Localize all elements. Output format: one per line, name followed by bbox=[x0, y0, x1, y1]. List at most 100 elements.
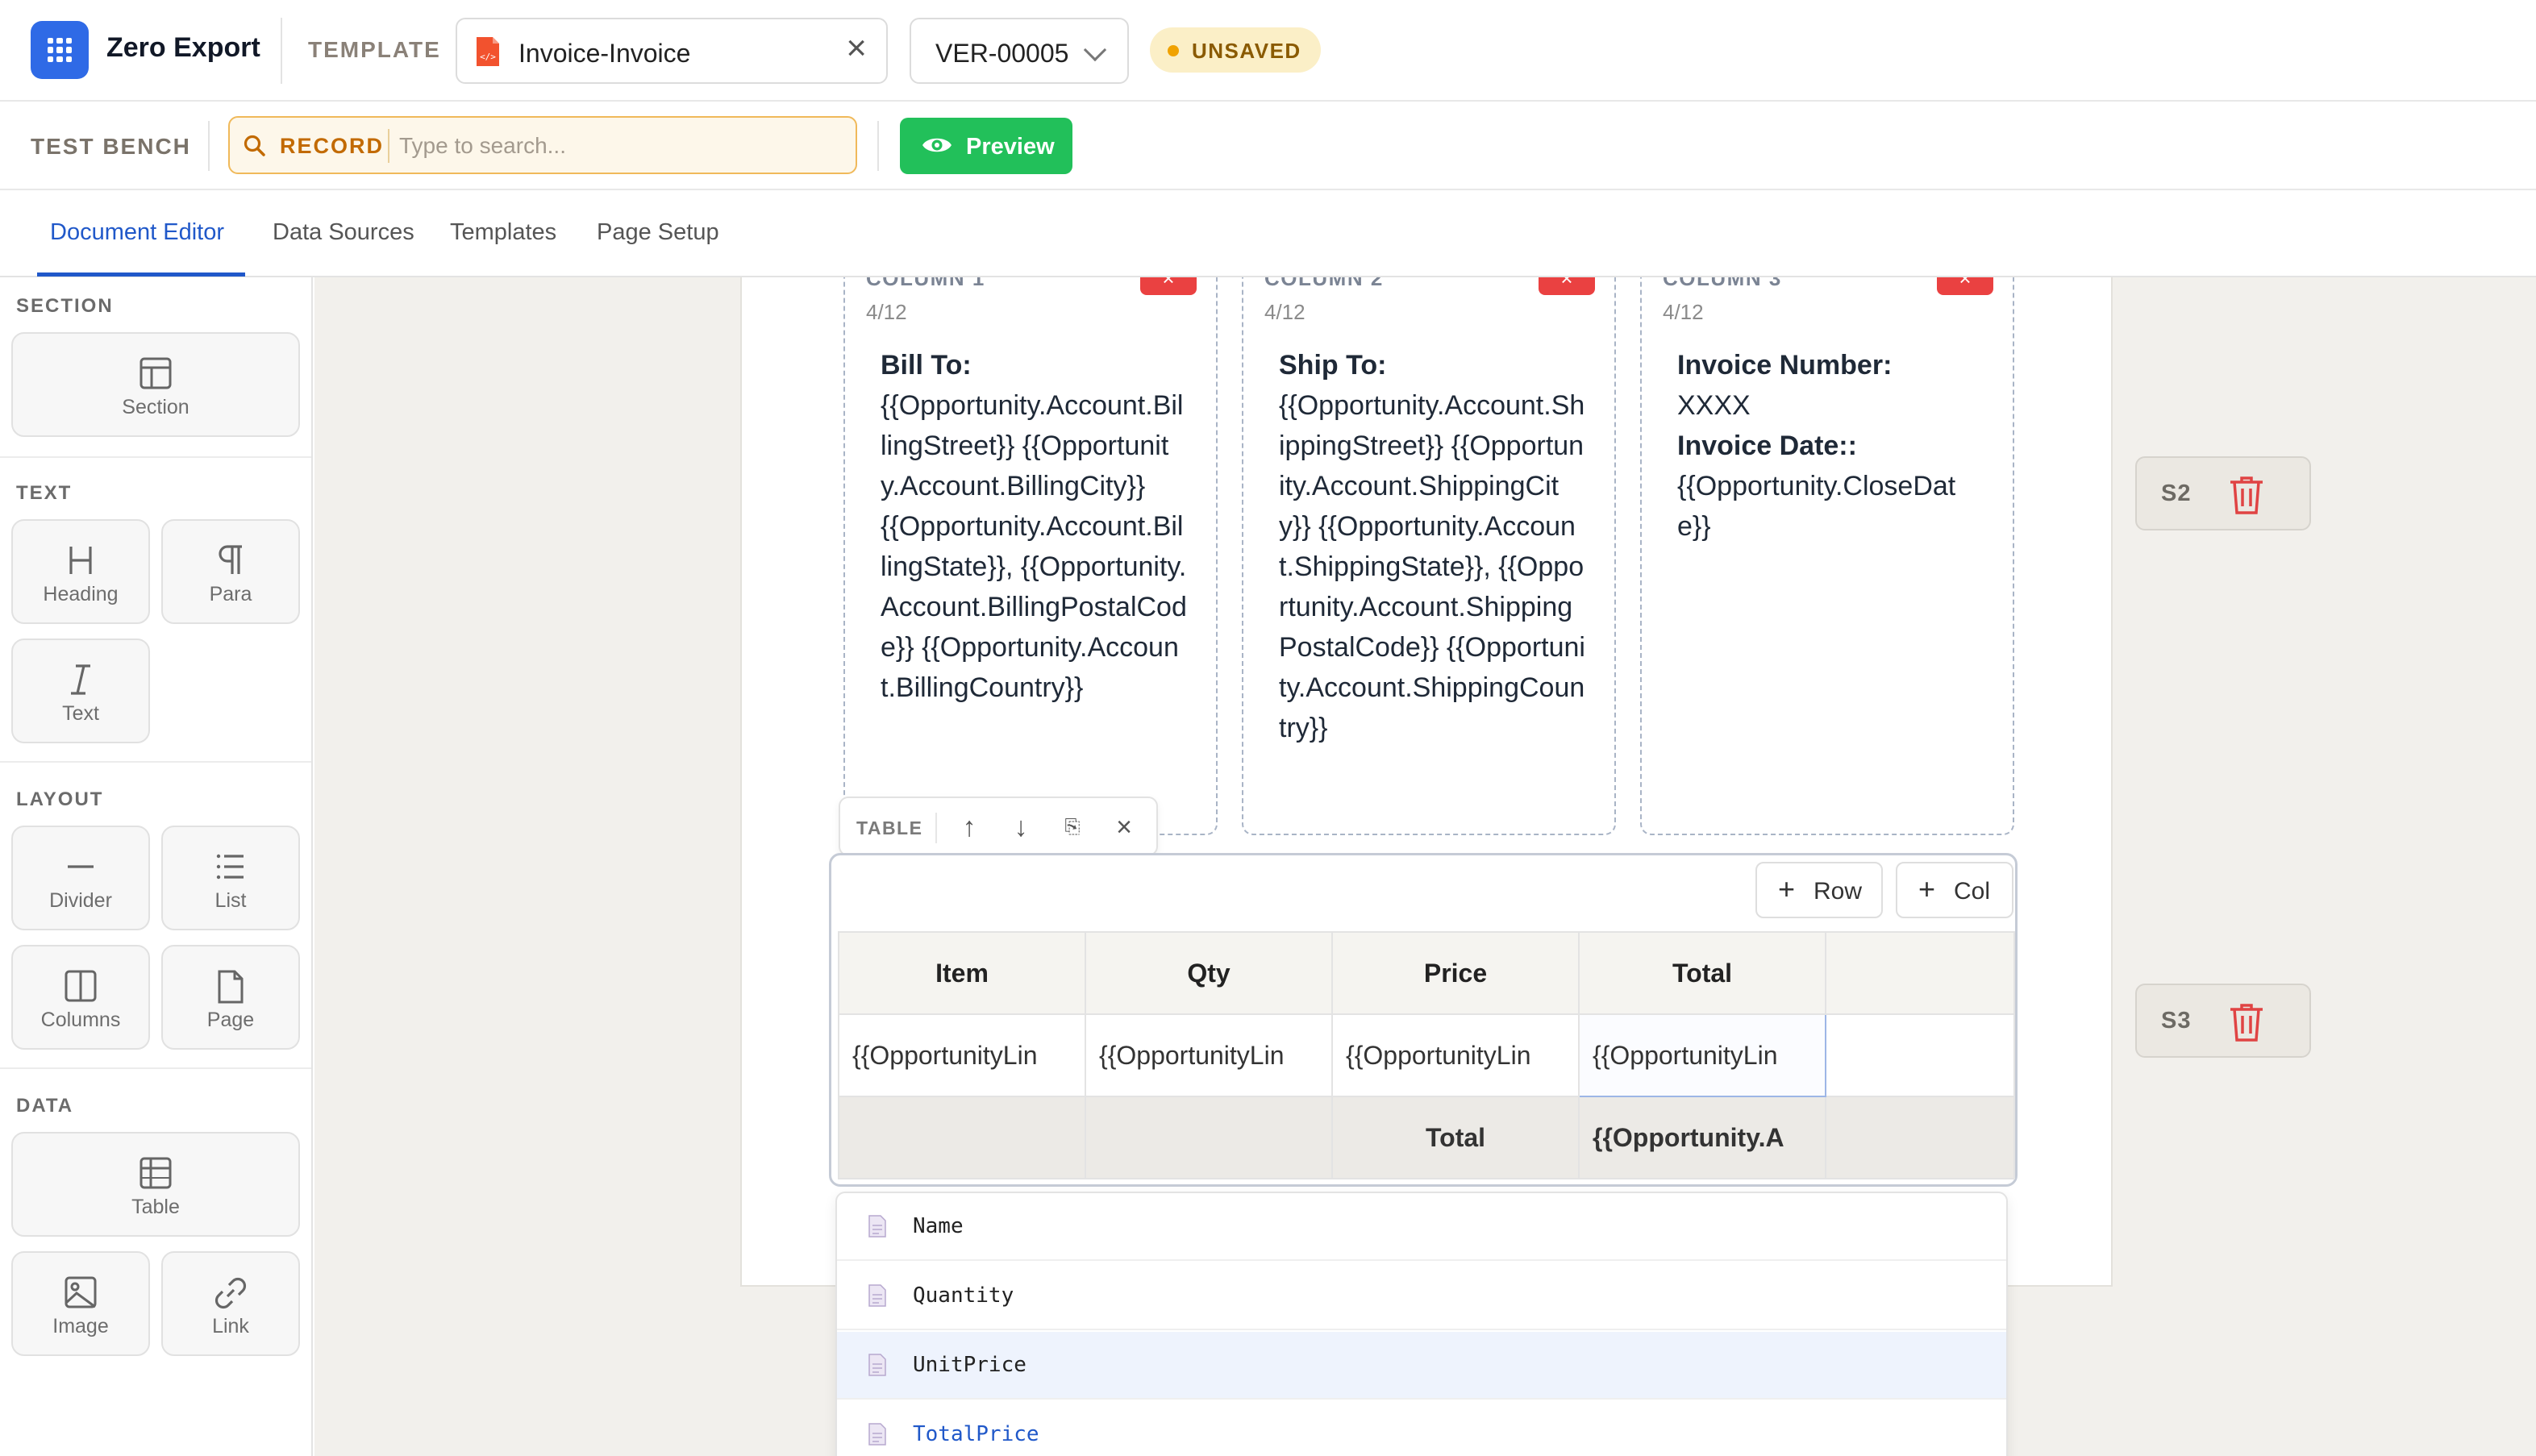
column-title: COLUMN 3 bbox=[1663, 277, 1782, 290]
text-tool[interactable]: Text bbox=[11, 639, 150, 743]
move-down-icon[interactable]: ↓ bbox=[1003, 809, 1039, 845]
suggestion-item[interactable]: Name bbox=[837, 1193, 2006, 1261]
suggestion-item-hover[interactable]: UnitPrice bbox=[837, 1332, 2006, 1400]
top-bar: Zero Export TEMPLATE </> Invoice-Invoice… bbox=[0, 0, 2536, 102]
heading-tool[interactable]: Heading bbox=[11, 519, 150, 624]
add-col-button[interactable]: + Col bbox=[1896, 862, 2013, 918]
list-tool[interactable]: List bbox=[161, 826, 300, 930]
column-3[interactable]: COLUMN 3 4/12 × Invoice Number: XXXX Inv… bbox=[1640, 277, 2014, 835]
section-label: S3 bbox=[2161, 1008, 2192, 1034]
field-icon bbox=[868, 1284, 886, 1307]
version-select[interactable]: VER-00005 bbox=[910, 18, 1129, 84]
template-name: Invoice-Invoice bbox=[518, 39, 691, 68]
delete-column-button[interactable]: × bbox=[1937, 277, 1993, 295]
chevron-down-icon bbox=[1083, 38, 1107, 62]
image-tool[interactable]: Image bbox=[11, 1251, 150, 1356]
tool-label: List bbox=[214, 889, 247, 912]
column-width: 4/12 bbox=[1264, 300, 1305, 324]
template-select[interactable]: </> Invoice-Invoice × bbox=[456, 18, 888, 84]
columns-icon bbox=[65, 970, 97, 1002]
svg-text:</>: </> bbox=[480, 52, 496, 62]
tool-label: Columns bbox=[40, 1009, 121, 1031]
ship-to-block[interactable]: Ship To: {{Opportunity.Account.ShippingS… bbox=[1279, 345, 1585, 748]
footer-total-label[interactable]: Total bbox=[1331, 1096, 1580, 1179]
tab-data-sources[interactable]: Data Sources bbox=[273, 219, 414, 246]
trash-icon[interactable] bbox=[2227, 1001, 2266, 1043]
active-tab-indicator bbox=[37, 272, 245, 277]
field-suggestions: Name Quantity UnitPrice TotalPrice bbox=[835, 1192, 2008, 1456]
tab-page-setup[interactable]: Page Setup bbox=[597, 219, 719, 246]
header-qty[interactable]: Qty bbox=[1085, 931, 1333, 1015]
table-cell[interactable]: {{OpportunityLin bbox=[838, 1013, 1086, 1097]
suggestion-item-active[interactable]: TotalPrice bbox=[837, 1401, 2006, 1456]
bill-to-block[interactable]: Bill To: {{Opportunity.Account.BillingSt… bbox=[881, 345, 1187, 708]
preview-button[interactable]: Preview bbox=[900, 118, 1072, 174]
tool-label: Divider bbox=[49, 889, 112, 912]
table-cell[interactable] bbox=[1825, 1013, 2015, 1097]
footer-cell[interactable] bbox=[1825, 1096, 2015, 1179]
header-empty[interactable] bbox=[1825, 931, 2015, 1015]
footer-cell[interactable] bbox=[1085, 1096, 1333, 1179]
divider bbox=[281, 18, 282, 84]
trash-icon[interactable] bbox=[2227, 474, 2266, 516]
delete-column-button[interactable]: × bbox=[1539, 277, 1595, 295]
tool-label: Page bbox=[206, 1009, 255, 1031]
table-cell[interactable]: {{OpportunityLin bbox=[1331, 1013, 1580, 1097]
duplicate-icon[interactable]: ⎘ bbox=[1055, 809, 1090, 845]
header-total[interactable]: Total bbox=[1578, 931, 1826, 1015]
close-icon[interactable]: × bbox=[1106, 809, 1142, 845]
section-chip-s3[interactable]: S3 bbox=[2135, 984, 2311, 1058]
table-cell[interactable]: {{OpportunityLin bbox=[1085, 1013, 1333, 1097]
status-badge: UNSAVED bbox=[1150, 27, 1321, 73]
suggestion-label: TotalPrice bbox=[913, 1422, 1039, 1446]
table-row: {{OpportunityLin {{OpportunityLin {{Oppo… bbox=[838, 1013, 2015, 1097]
footer-total-value[interactable]: {{Opportunity.A bbox=[1578, 1096, 1826, 1179]
table-block[interactable]: + Row + Col Item Qty Price Total {{Oppor… bbox=[829, 853, 2018, 1187]
para-tool[interactable]: Para bbox=[161, 519, 300, 624]
preview-label: Preview bbox=[966, 134, 1055, 160]
table-tool[interactable]: Table bbox=[11, 1132, 300, 1237]
divider-tool[interactable]: Divider bbox=[11, 826, 150, 930]
section-icon bbox=[140, 357, 172, 389]
add-col-label: Col bbox=[1954, 878, 1991, 905]
heading-icon bbox=[69, 547, 92, 574]
footer-cell[interactable] bbox=[838, 1096, 1086, 1179]
version-value: VER-00005 bbox=[935, 39, 1069, 68]
clear-template-icon[interactable]: × bbox=[846, 31, 867, 66]
table-cell-selected[interactable]: {{OpportunityLin bbox=[1578, 1013, 1826, 1097]
header-item[interactable]: Item bbox=[838, 931, 1086, 1015]
record-search[interactable]: RECORD bbox=[228, 116, 857, 174]
divider bbox=[877, 121, 879, 171]
status-dot-icon bbox=[1168, 45, 1179, 56]
divider bbox=[208, 121, 210, 171]
divider bbox=[0, 1067, 311, 1069]
columns-tool[interactable]: Columns bbox=[11, 945, 150, 1050]
section-chip-s2[interactable]: S2 bbox=[2135, 456, 2311, 530]
text-heading: TEXT bbox=[16, 482, 73, 504]
link-tool[interactable]: Link bbox=[161, 1251, 300, 1356]
header-price[interactable]: Price bbox=[1331, 931, 1580, 1015]
page-tool[interactable]: Page bbox=[161, 945, 300, 1050]
suggestion-item[interactable]: Quantity bbox=[837, 1263, 2006, 1330]
tab-document-editor[interactable]: Document Editor bbox=[50, 219, 224, 246]
app-grid-icon[interactable] bbox=[31, 21, 89, 79]
test-bench-bar: TEST BENCH RECORD Preview bbox=[0, 102, 2536, 190]
move-up-icon[interactable]: ↑ bbox=[952, 809, 987, 845]
editor-canvas: COLUMN 1 4/12 × Bill To: {{Opportunity.A… bbox=[314, 277, 2536, 1456]
pilcrow-icon bbox=[219, 545, 242, 574]
column-1[interactable]: COLUMN 1 4/12 × Bill To: {{Opportunity.A… bbox=[843, 277, 1218, 835]
record-search-input[interactable] bbox=[399, 126, 843, 166]
field-icon bbox=[868, 1354, 886, 1376]
invoice-date-value: {{Opportunity.CloseDate}} bbox=[1677, 471, 1956, 542]
bill-to-heading: Bill To: bbox=[881, 350, 972, 381]
column-title: COLUMN 2 bbox=[1264, 277, 1384, 290]
data-heading: DATA bbox=[16, 1095, 74, 1117]
tab-templates[interactable]: Templates bbox=[450, 219, 556, 246]
invoice-info-block[interactable]: Invoice Number: XXXX Invoice Date:: {{Op… bbox=[1677, 345, 1984, 547]
section-tool[interactable]: Section bbox=[11, 332, 300, 437]
delete-column-button[interactable]: × bbox=[1140, 277, 1197, 295]
column-title: COLUMN 1 bbox=[866, 277, 985, 290]
field-icon bbox=[868, 1215, 886, 1238]
add-row-button[interactable]: + Row bbox=[1755, 862, 1883, 918]
column-2[interactable]: COLUMN 2 4/12 × Ship To: {{Opportunity.A… bbox=[1242, 277, 1616, 835]
